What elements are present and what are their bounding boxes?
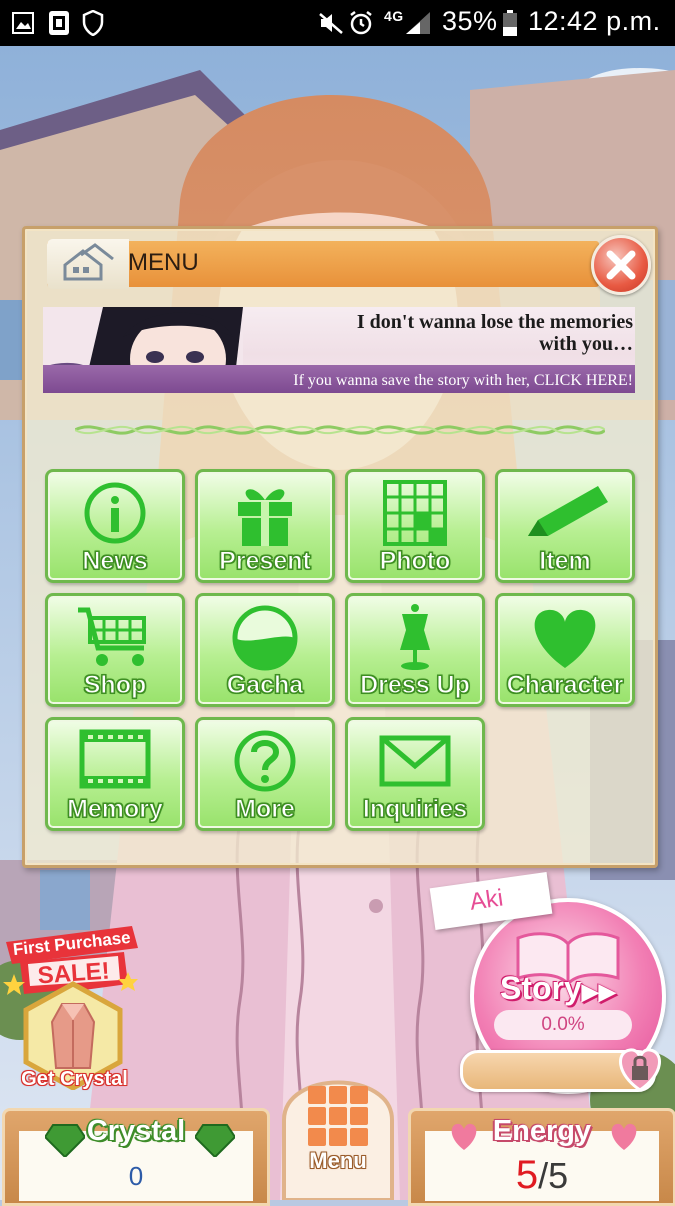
banner-subtext: If you wanna save the story with her, CL… — [293, 372, 633, 389]
energy-title: Energy — [492, 1115, 592, 1147]
cart-icon — [78, 607, 146, 666]
battery-icon — [503, 10, 517, 36]
battery-percent: 35% — [442, 6, 498, 36]
alarm-icon — [350, 11, 372, 35]
gacha-button[interactable]: Gacha — [195, 593, 335, 707]
crystal-title: Crystal — [86, 1115, 186, 1147]
close-button[interactable] — [591, 235, 651, 295]
story-progress-text: 0.0% — [494, 1010, 632, 1040]
banner-headline: I don't wanna lose the memories with you… — [233, 311, 635, 355]
signal-icon — [406, 12, 430, 34]
story-label-text: Story — [500, 970, 582, 1006]
save-story-banner[interactable]: I don't wanna lose the memories with you… — [43, 307, 635, 393]
present-button[interactable]: Present — [195, 469, 335, 583]
lock-heart-icon — [619, 1048, 661, 1092]
memory-button[interactable]: Memory — [45, 717, 185, 831]
gallery-icon — [12, 12, 34, 34]
shop-label: Shop — [83, 671, 147, 700]
mail-icon — [379, 735, 451, 787]
more-button[interactable]: More — [195, 717, 335, 831]
info-icon — [84, 482, 146, 544]
crystal-board[interactable]: Crystal 0 — [2, 1108, 270, 1206]
more-label: More — [235, 795, 296, 824]
energy-value: 5/5 — [411, 1153, 673, 1198]
inquiries-label: Inquiries — [362, 795, 468, 824]
gacha-ball-icon — [232, 605, 298, 671]
menu-button[interactable] — [276, 1060, 400, 1200]
gift-icon — [238, 489, 292, 546]
dress-up-label: Dress Up — [360, 671, 471, 700]
character-name: Aki — [468, 884, 505, 916]
news-button[interactable]: News — [45, 469, 185, 583]
character-label: Character — [506, 671, 624, 700]
memory-label: Memory — [67, 795, 164, 824]
story-label[interactable]: Story▶▶ — [500, 970, 616, 1007]
status-bar: 4G 35% 12:42 p.m. — [0, 0, 675, 46]
item-label: Item — [539, 547, 591, 576]
banner-headline-line-1: I don't wanna lose the memories — [356, 311, 633, 333]
energy-max: /5 — [538, 1155, 569, 1196]
close-icon — [606, 250, 636, 280]
fast-forward-icon: ▶▶ — [581, 979, 616, 1004]
inquiries-button[interactable]: Inquiries — [345, 717, 485, 831]
get-crystal-label[interactable]: Get Crystal — [2, 1068, 147, 1091]
question-icon — [234, 730, 296, 792]
photo-label: Photo — [379, 547, 451, 576]
gacha-label: Gacha — [226, 671, 304, 700]
menu-panel: MENU I don't wanna lose the memories wit… — [22, 226, 658, 868]
energy-current: 5 — [515, 1153, 539, 1197]
item-button[interactable]: Item — [495, 469, 635, 583]
clock: 12:42 p.m. — [528, 6, 661, 36]
sim-icon — [49, 11, 69, 35]
banner-headline-line-2: with you… — [539, 333, 633, 355]
character-button[interactable]: Character — [495, 593, 635, 707]
pen-icon — [528, 486, 608, 536]
mannequin-icon — [400, 604, 430, 670]
menu-title: MENU — [128, 249, 199, 276]
energy-board[interactable]: Energy 5/5 — [408, 1108, 675, 1206]
shop-button[interactable]: Shop — [45, 593, 185, 707]
home-icon — [63, 243, 114, 281]
crystal-count: 0 — [128, 1161, 144, 1191]
ornamental-divider — [75, 425, 605, 435]
menu-button-label[interactable]: Menu — [276, 1148, 400, 1174]
photo-button[interactable]: Photo — [345, 469, 485, 583]
present-label: Present — [219, 547, 312, 576]
heart-icon — [534, 609, 596, 668]
network-label: 4G — [384, 8, 404, 24]
news-label: News — [82, 547, 148, 576]
mute-icon — [319, 13, 343, 34]
photo-grid-icon — [383, 480, 447, 546]
dress-up-button[interactable]: Dress Up — [345, 593, 485, 707]
shield-icon — [82, 10, 104, 36]
film-icon — [79, 729, 151, 789]
home-tab[interactable] — [47, 239, 129, 289]
